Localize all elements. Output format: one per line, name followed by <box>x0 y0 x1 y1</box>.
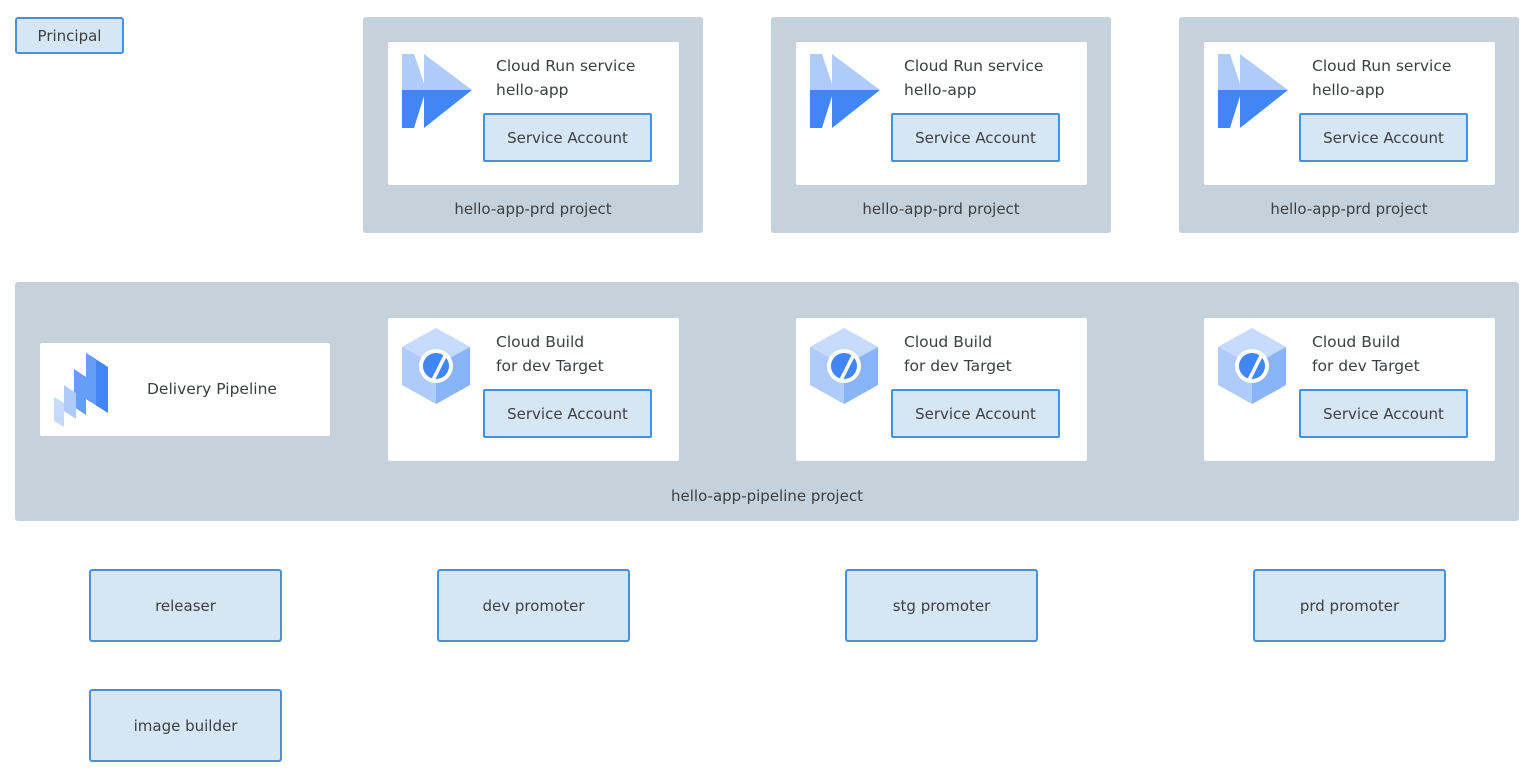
cloud-run-card: Cloud Run service hello-app Service Acco… <box>1204 42 1495 185</box>
delivery-pipeline-label: Delivery Pipeline <box>147 380 277 398</box>
cloud-run-icon <box>1218 54 1288 128</box>
build-title: Cloud Build <box>496 333 585 351</box>
build-subtitle: for dev Target <box>496 357 604 375</box>
role-label: image builder <box>133 716 238 735</box>
cloud-run-card: Cloud Run service hello-app Service Acco… <box>796 42 1087 185</box>
service-account-box: Service Account <box>483 113 652 162</box>
service-account-label: Service Account <box>507 128 628 147</box>
image-builder-role: image builder <box>89 689 282 762</box>
service-name: hello-app <box>904 81 977 99</box>
run-project-2: Cloud Run service hello-app Service Acco… <box>771 17 1111 233</box>
service-account-label: Service Account <box>915 128 1036 147</box>
service-account-box: Service Account <box>1299 389 1468 438</box>
cloud-build-card: Cloud Build for dev Target Service Accou… <box>796 318 1087 461</box>
role-label: dev promoter <box>482 596 585 615</box>
project-label: hello-app-prd project <box>454 200 612 218</box>
build-title: Cloud Build <box>1312 333 1401 351</box>
service-account-label: Service Account <box>1323 128 1444 147</box>
service-account-box: Service Account <box>483 389 652 438</box>
build-subtitle: for dev Target <box>1312 357 1420 375</box>
service-account-label: Service Account <box>507 404 628 423</box>
cloud-build-card: Cloud Build for dev Target Service Accou… <box>388 318 679 461</box>
project-label: hello-app-pipeline project <box>671 487 863 505</box>
service-account-box: Service Account <box>891 113 1060 162</box>
dev-promoter-role: dev promoter <box>437 569 630 642</box>
cloud-deploy-icon <box>54 353 108 427</box>
cloud-build-icon <box>810 328 878 404</box>
service-account-box: Service Account <box>1299 113 1468 162</box>
cloud-run-card: Cloud Run service hello-app Service Acco… <box>388 42 679 185</box>
build-subtitle: for dev Target <box>904 357 1012 375</box>
role-label: releaser <box>155 596 216 615</box>
cloud-build-card: Cloud Build for dev Target Service Accou… <box>1204 318 1495 461</box>
service-type: Cloud Run service <box>1312 57 1452 75</box>
project-label: hello-app-prd project <box>1270 200 1428 218</box>
releaser-role: releaser <box>89 569 282 642</box>
prd-promoter-role: prd promoter <box>1253 569 1446 642</box>
run-project-3: Cloud Run service hello-app Service Acco… <box>1179 17 1519 233</box>
service-name: hello-app <box>1312 81 1385 99</box>
delivery-pipeline-card: Delivery Pipeline <box>40 343 330 436</box>
cloud-build-icon <box>1218 328 1286 404</box>
role-label: prd promoter <box>1299 596 1400 615</box>
principal-label: Principal <box>15 17 124 54</box>
cloud-run-icon <box>810 54 880 128</box>
service-account-label: Service Account <box>915 404 1036 423</box>
pipeline-project: Delivery Pipeline Cloud Build for dev Ta… <box>15 282 1519 521</box>
service-name: hello-app <box>496 81 569 99</box>
project-label: hello-app-prd project <box>862 200 1020 218</box>
service-account-label: Service Account <box>1323 404 1444 423</box>
principal-text: Principal <box>37 26 102 45</box>
run-project-1: Cloud Run service hello-app Service Acco… <box>363 17 703 233</box>
service-type: Cloud Run service <box>496 57 636 75</box>
service-account-box: Service Account <box>891 389 1060 438</box>
stg-promoter-role: stg promoter <box>845 569 1038 642</box>
role-label: stg promoter <box>892 596 991 615</box>
cloud-run-icon <box>402 54 472 128</box>
build-title: Cloud Build <box>904 333 993 351</box>
cloud-build-icon <box>402 328 470 404</box>
service-type: Cloud Run service <box>904 57 1044 75</box>
